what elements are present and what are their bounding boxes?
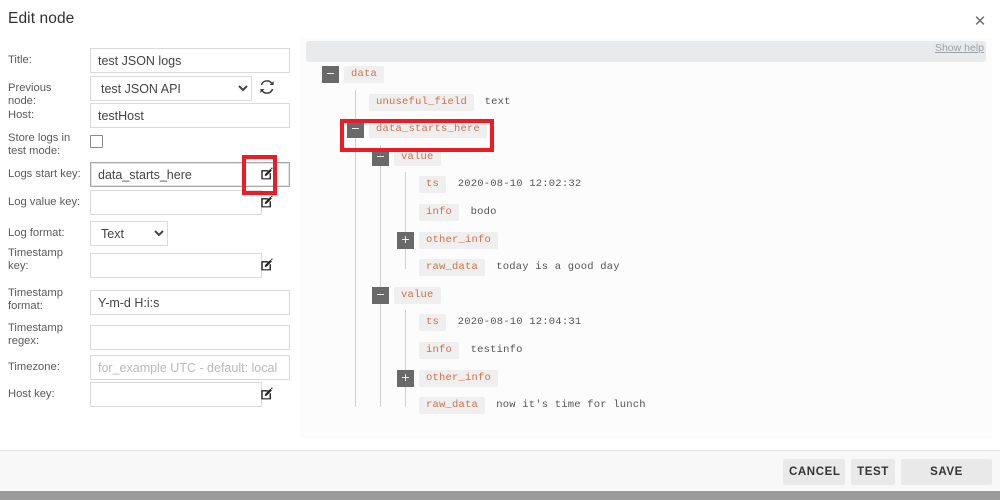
tree-node-key[interactable]: data (344, 66, 385, 83)
tree-node-key[interactable]: other_info (419, 231, 499, 249)
help-bar (306, 41, 986, 62)
close-icon[interactable]: ✕ (970, 11, 990, 31)
tree-node-key[interactable]: ts (419, 314, 447, 332)
label-logs-start-key: Logs start key: (8, 168, 81, 180)
tree-node-key[interactable]: value (394, 286, 441, 304)
label-timestamp-format-line1: Timestamp (8, 287, 63, 299)
label-timestamp-regex-line1: Timestamp (8, 322, 63, 334)
label-timestamp-key-line1: Timestamp (8, 247, 63, 259)
tree-node-key[interactable]: ts (419, 176, 447, 194)
expand-toggle-icon[interactable]: + (397, 369, 414, 387)
tree-node-value: 2020-08-10 12:02:32 (457, 178, 582, 191)
tree-guide-line (405, 310, 406, 408)
log-value-key-edit-icon[interactable] (260, 195, 274, 209)
tree-guide-line (405, 172, 406, 270)
collapse-toggle-icon[interactable]: − (372, 286, 389, 304)
label-timestamp-key-line2: key: (8, 260, 29, 272)
tree-node-key[interactable]: info (419, 342, 460, 359)
tree-node-value: 2020-08-10 12:04:31 (457, 316, 582, 329)
label-store-logs-line1: Store logs in (8, 132, 71, 144)
collapse-toggle-icon[interactable]: − (347, 121, 364, 139)
label-host: Host: (8, 109, 35, 121)
log-value-key-wrap (90, 190, 262, 215)
collapse-toggle-icon[interactable]: − (322, 66, 339, 83)
refresh-icon[interactable] (259, 79, 275, 95)
label-log-format: Log format: (8, 227, 65, 239)
tree-node-key[interactable]: info (419, 204, 460, 221)
page-title: Edit node (8, 10, 75, 27)
host-key-wrap (90, 382, 262, 407)
tree-guide-line (380, 144, 381, 408)
json-preview-panel: Show help − data unuseful_field text − data_s… (300, 38, 992, 438)
test-button[interactable]: TEST (851, 459, 895, 485)
store-logs-checkbox-wrap (90, 135, 103, 148)
previous-node-select[interactable]: test JSON API (90, 76, 252, 101)
label-timezone: Timezone: (8, 361, 60, 373)
tree-node-key[interactable]: data_starts_here (369, 121, 488, 139)
timestamp-regex-wrap (90, 325, 290, 350)
dialog-footer: CANCEL TEST SAVE (0, 451, 1000, 491)
timezone-input[interactable] (90, 355, 290, 380)
label-timestamp-regex-line2: regex: (8, 335, 40, 347)
window-bottom-strip (0, 491, 1000, 500)
expand-toggle-icon[interactable]: + (397, 231, 414, 249)
label-timestamp-format-line2: format: (8, 300, 43, 312)
previous-node-wrap: test JSON API (90, 76, 252, 101)
host-field-wrap (90, 103, 290, 128)
title-field-wrap (90, 48, 290, 73)
node-settings-form: Title: Previous node: test JSON API H (0, 40, 292, 445)
log-value-key-input[interactable] (90, 190, 262, 215)
timestamp-key-edit-icon[interactable] (260, 258, 274, 272)
log-format-wrap: Text (90, 221, 168, 246)
tree-node-key[interactable]: unuseful_field (369, 93, 475, 111)
cancel-button[interactable]: CANCEL (783, 459, 845, 485)
host-key-input[interactable] (90, 382, 262, 407)
label-store-logs-line2: test mode: (8, 145, 61, 157)
tree-node-value: testinfo (470, 344, 523, 356)
label-title: Title: (8, 54, 32, 66)
tree-node-key[interactable]: raw_data (419, 397, 486, 415)
log-format-select[interactable]: Text (90, 221, 168, 246)
timestamp-key-wrap (90, 253, 262, 278)
tree-node-value: now it's time for lunch (496, 399, 646, 412)
timestamp-key-input[interactable] (90, 253, 262, 278)
collapse-toggle-icon[interactable]: − (372, 148, 389, 166)
timestamp-format-wrap (90, 290, 290, 315)
label-host-key: Host key: (8, 388, 55, 400)
tree-node-key[interactable]: value (394, 148, 441, 166)
save-button[interactable]: SAVE (901, 459, 992, 485)
host-key-edit-icon[interactable] (260, 387, 274, 401)
host-input[interactable] (90, 103, 290, 128)
show-help-link[interactable]: Show help (935, 42, 984, 54)
timestamp-regex-input[interactable] (90, 325, 290, 350)
timestamp-format-input[interactable] (90, 290, 290, 315)
tree-node-value: text (484, 95, 511, 108)
edit-node-dialog: Edit node ✕ Title: Previous node: test J… (0, 0, 1000, 500)
store-logs-checkbox[interactable] (90, 135, 103, 148)
timezone-wrap (90, 355, 290, 380)
tree-node-key[interactable]: other_info (419, 369, 499, 387)
label-previous-node: Previous node: (8, 82, 52, 107)
tree-node-value: today is a good day (496, 261, 620, 274)
tree-node-value: bodo (470, 206, 497, 218)
logs-start-key-edit-icon[interactable] (260, 167, 274, 181)
label-log-value-key: Log value key: (8, 196, 81, 208)
title-input[interactable] (90, 48, 290, 73)
tree-node-key[interactable]: raw_data (419, 259, 486, 277)
